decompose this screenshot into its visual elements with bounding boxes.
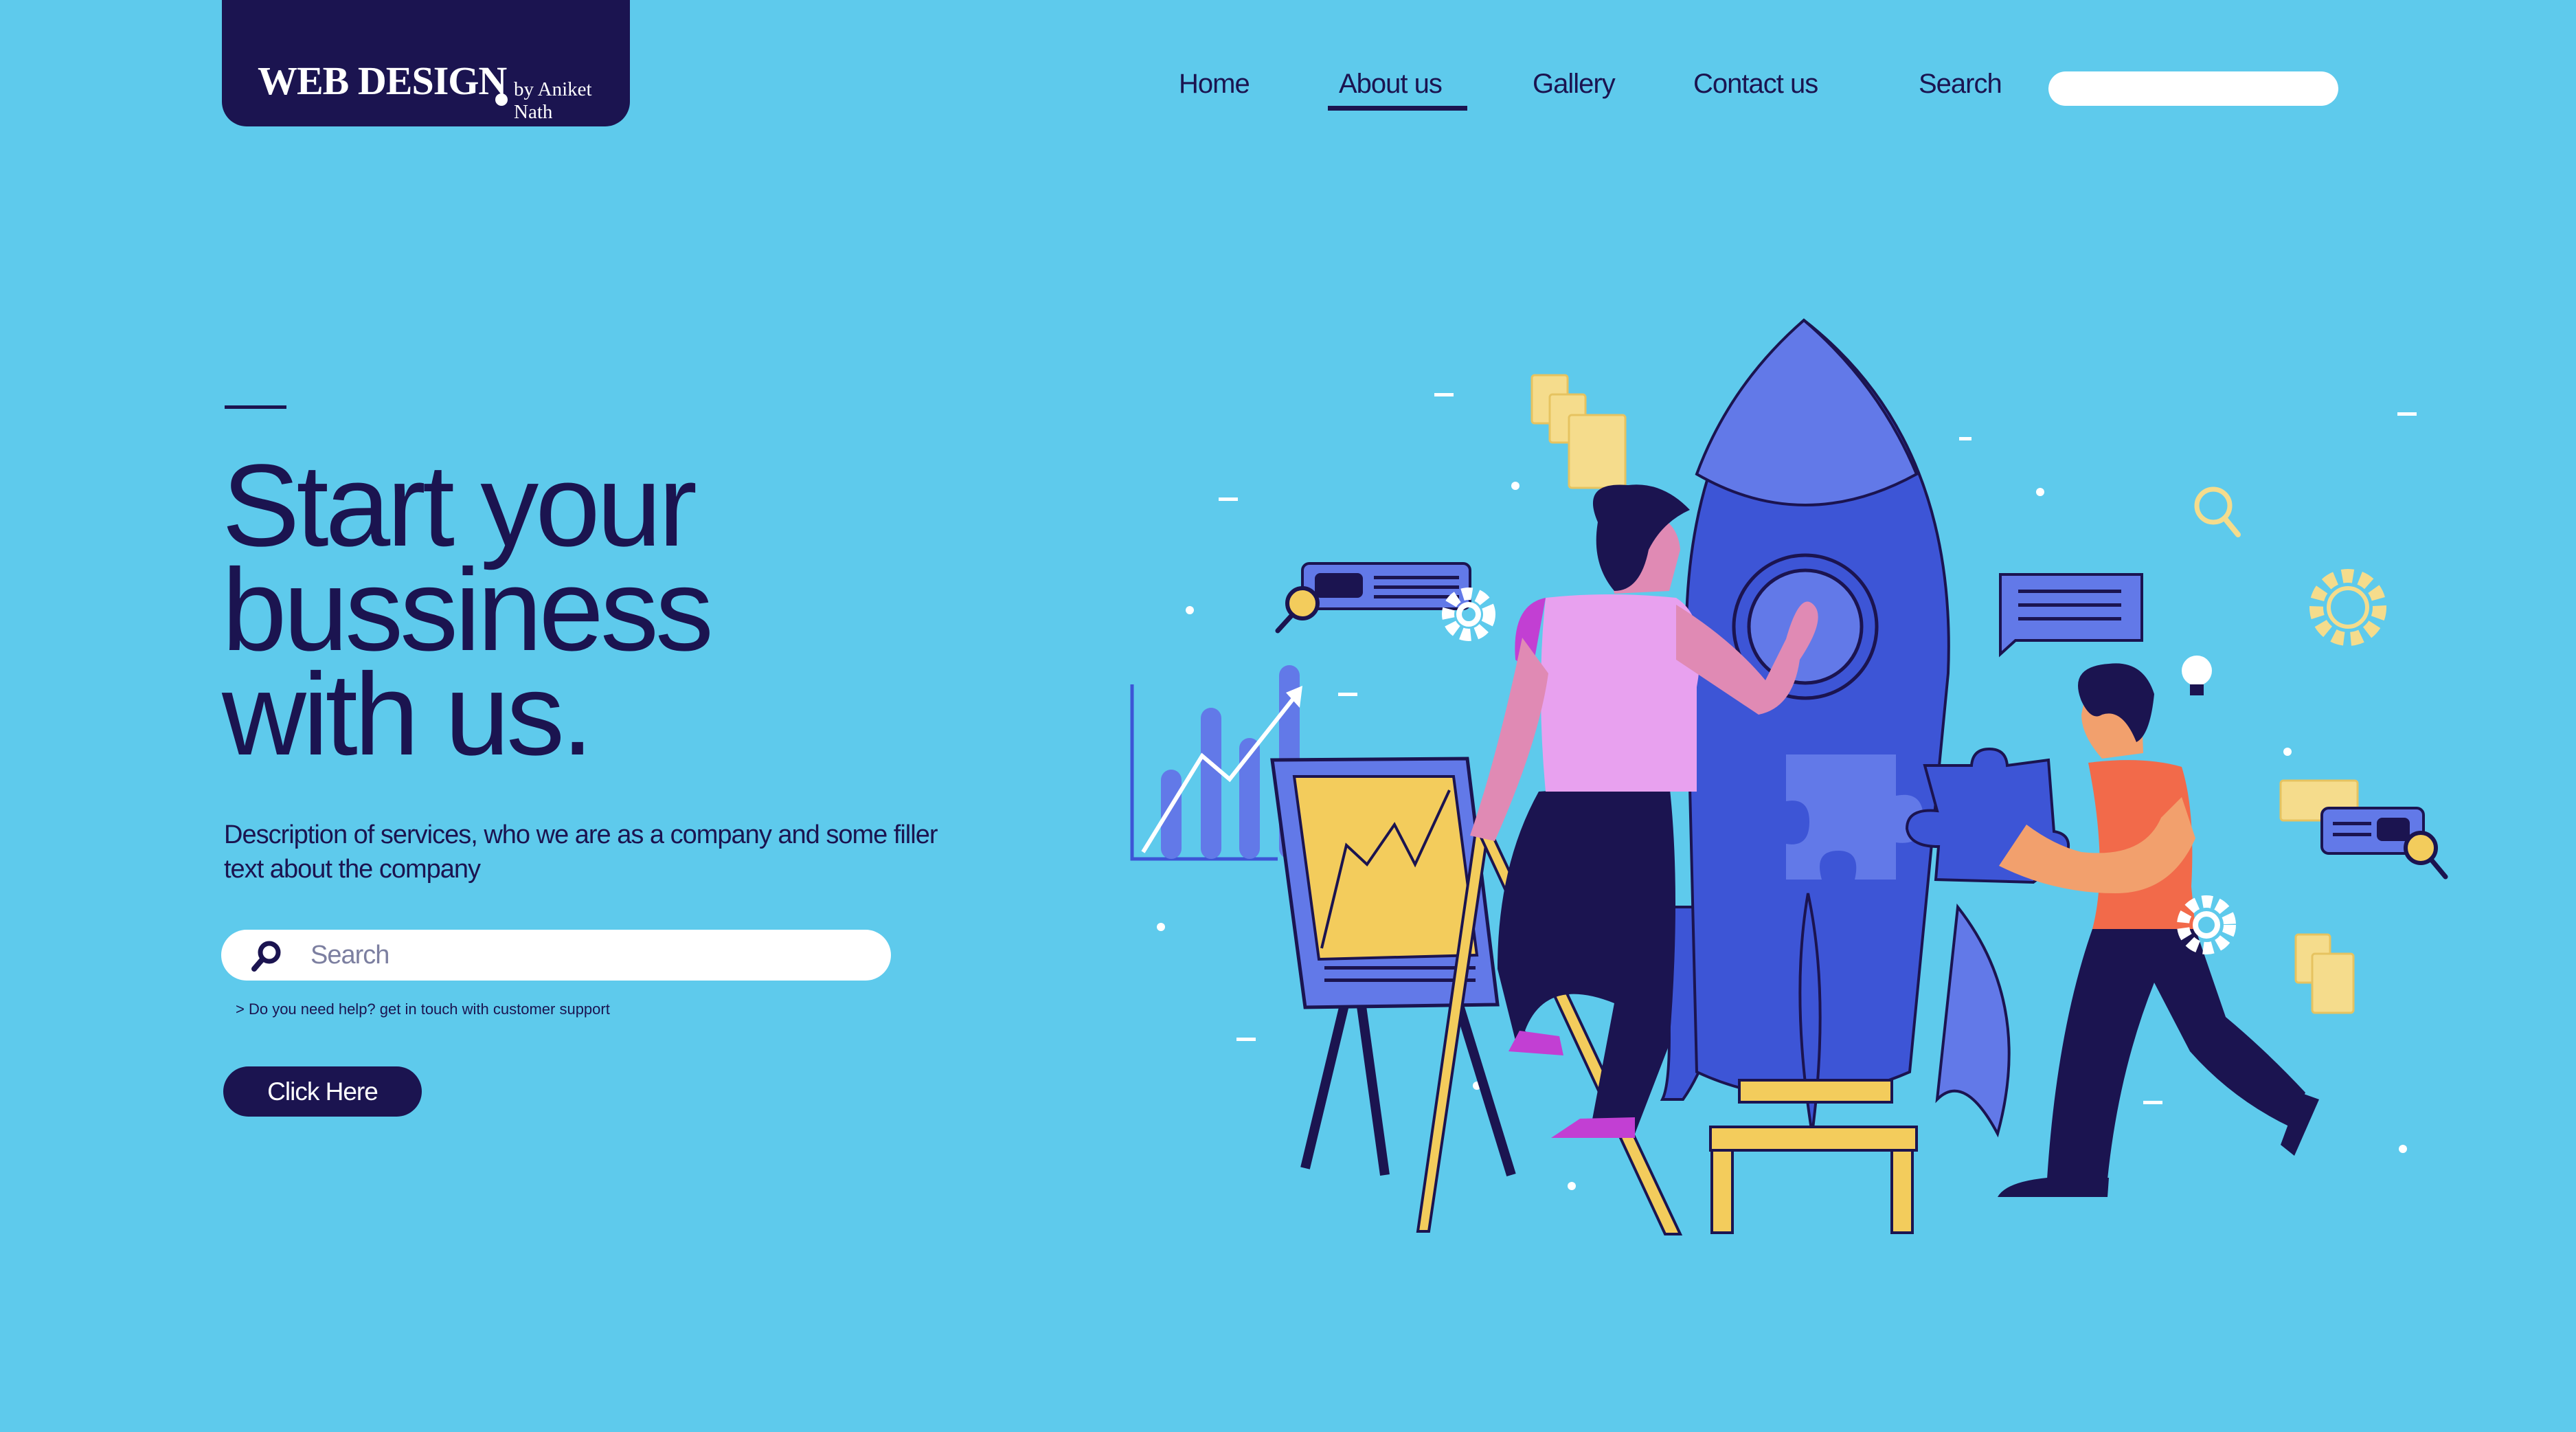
document-icon bbox=[1530, 374, 1627, 489]
person-carrying bbox=[1998, 663, 2319, 1197]
speech-bubble-icon bbox=[1999, 573, 2143, 658]
hero-illustration bbox=[1130, 318, 2448, 1235]
gear-icon bbox=[1442, 588, 1495, 641]
magnifier-icon bbox=[2404, 831, 2448, 880]
gear-icon bbox=[2309, 569, 2386, 646]
speech-bubble-icon bbox=[1301, 562, 1471, 610]
magnifier-icon bbox=[2194, 486, 2241, 537]
lightbulb-icon bbox=[2182, 656, 2212, 695]
magnifier-icon bbox=[1275, 586, 1320, 634]
